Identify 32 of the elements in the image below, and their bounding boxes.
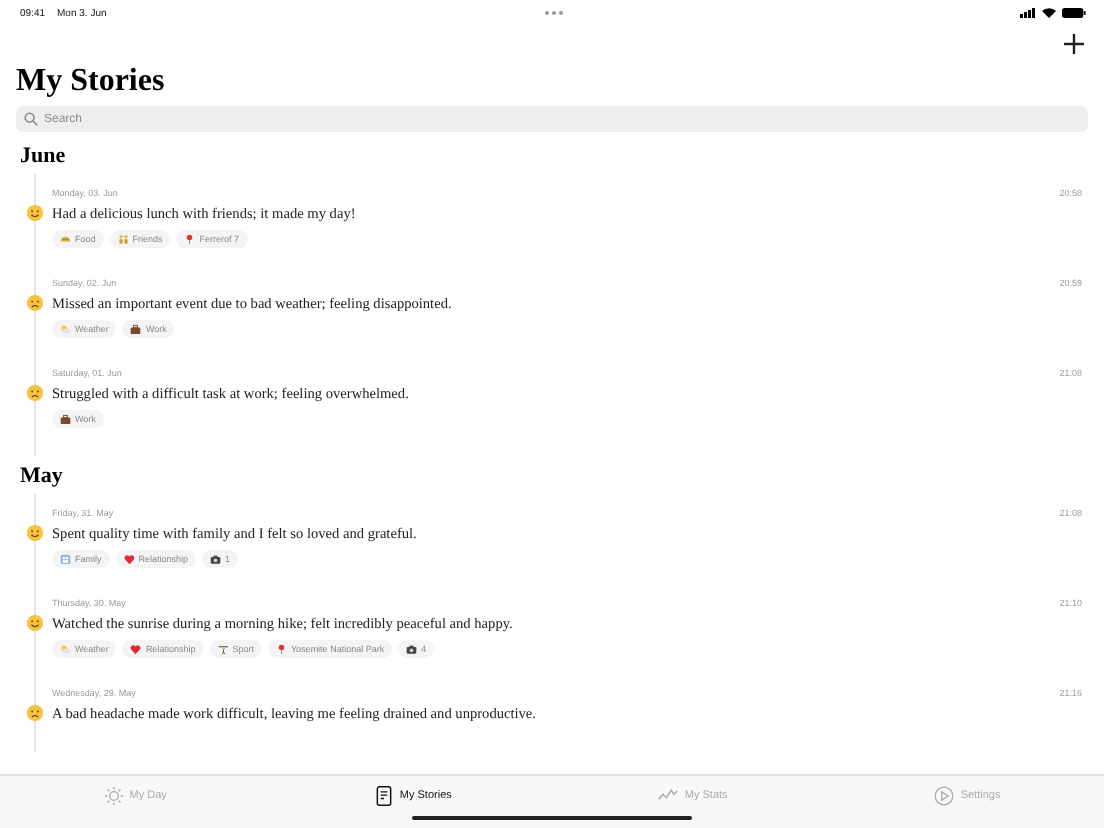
heart-icon [123,553,135,565]
line-chart-icon [658,786,679,806]
signal-icon [1020,8,1036,18]
sun-cloud-icon [60,643,71,655]
camera-icon [210,553,222,565]
document-icon [373,786,394,806]
sad-face-icon [26,704,44,722]
people-icon [117,233,129,245]
sun-icon [103,786,124,806]
heart-icon [130,643,142,655]
sad-face-icon [26,294,44,312]
briefcase-icon [60,413,71,425]
briefcase-icon [130,323,142,335]
section-heading: June [20,144,68,170]
battery-icon [1062,8,1086,18]
play-circle-icon [934,786,955,806]
pin-icon [184,233,196,245]
camera-icon [406,643,418,655]
more-dots-icon [543,10,563,16]
wifi-icon [1042,8,1056,18]
pin-icon [275,643,287,655]
smiling-face-icon [26,614,44,632]
section-heading: May [20,464,65,490]
taco-icon [60,233,71,245]
smiling-face-icon [26,204,44,222]
family-icon [60,553,71,565]
sun-cloud-icon [60,323,71,335]
sad-face-icon [26,384,44,402]
add-icon[interactable] [1064,34,1084,54]
smiling-face-icon [26,524,44,542]
page-title: My Stories [16,64,167,100]
weightlifter-icon [217,643,229,655]
